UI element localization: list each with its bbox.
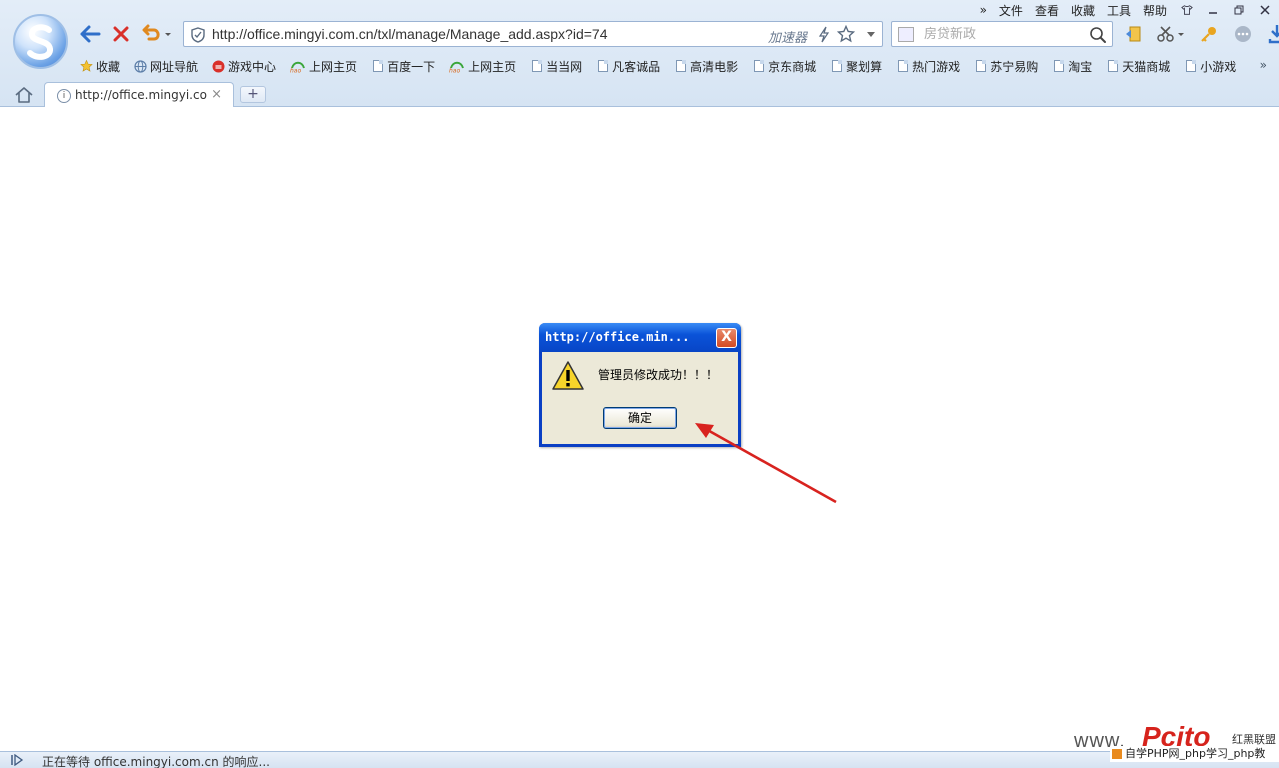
bookmark-hot-games[interactable]: 热门游戏 [896,58,960,75]
bookmark-dangdang[interactable]: 当当网 [530,58,582,75]
menu-tools[interactable]: 工具 [1107,2,1131,19]
hao-icon: hao [290,59,306,73]
menu-view[interactable]: 查看 [1035,2,1059,19]
watermark-strip: 自学PHP网_php学习_php教 [1110,746,1279,762]
bookmark-tmall[interactable]: 天猫商城 [1106,58,1170,75]
site-watermark: www. Pcito 红黑联盟 自学PHP网_php学习_php教 [1074,721,1279,768]
sogou-s-icon [27,24,53,60]
bookmark-hao-2[interactable]: hao 上网主页 [449,58,516,75]
bookmark-nav[interactable]: 网址导航 [134,58,198,75]
dialog-titlebar[interactable]: http://office.min... X [539,323,741,352]
page-icon [1106,59,1119,73]
toolbar-icons [1122,22,1279,46]
bookmark-taobao[interactable]: 淘宝 [1052,58,1092,75]
page-icon [896,59,909,73]
watermark-strip-text: 自学PHP网_php学习_php教 [1125,747,1266,760]
watermark-cn: 红黑联盟 [1232,733,1276,746]
restore-icon[interactable] [1233,4,1245,16]
address-dropdown-icon[interactable] [867,32,875,37]
menu-favorites[interactable]: 收藏 [1071,2,1095,19]
dialog-title: http://office.min... [545,330,690,344]
page-icon [596,59,609,73]
search-engine-icon[interactable] [898,27,914,42]
lightning-icon[interactable] [818,26,830,46]
download-icon[interactable] [1266,22,1279,46]
page-icon [371,59,384,73]
page-icon [752,59,765,73]
bookmarks-bar: 收藏 网址导航 游戏中心 hao 上网主页 百度一下 hao 上网主页 当当网 … [80,56,1250,76]
tab-strip: i http://office.mingyi.com.cn × + [0,82,1279,107]
watermark-square-icon [1112,749,1122,759]
bookmark-mini-games[interactable]: 小游戏 [1184,58,1236,75]
tab-title: http://office.mingyi.com.cn [75,88,207,102]
svg-text:hao: hao [449,67,460,73]
chat-bubble-icon[interactable] [1232,22,1254,46]
svg-text:hao: hao [290,67,301,73]
page-icon [674,59,687,73]
security-shield-icon[interactable] [191,27,205,46]
bookmark-suning[interactable]: 苏宁易购 [974,58,1038,75]
url-text[interactable]: http://office.mingyi.com.cn/txl/manage/M… [212,26,607,42]
menu-file[interactable]: 文件 [999,2,1023,19]
key-icon[interactable] [1198,22,1220,46]
bookmarks-more-chevron[interactable]: » [1260,58,1267,72]
tab-active[interactable]: i http://office.mingyi.com.cn × [44,82,234,107]
close-window-icon[interactable] [1259,4,1271,16]
accelerator-label[interactable]: 加速器 [768,27,807,46]
page-icon [830,59,843,73]
bookmark-favorites[interactable]: 收藏 [80,58,120,75]
page-icon [530,59,543,73]
menu-help[interactable]: 帮助 [1143,2,1167,19]
restore-tabs-icon[interactable] [1122,22,1144,46]
bookmark-baidu[interactable]: 百度一下 [371,58,435,75]
page-icon [1052,59,1065,73]
back-icon[interactable] [78,22,102,46]
new-tab-button[interactable]: + [240,86,266,103]
search-input[interactable] [924,24,1084,44]
page-icon [974,59,987,73]
ok-button[interactable]: 确定 [603,407,677,429]
undo-icon[interactable] [140,22,174,46]
address-bar[interactable]: http://office.mingyi.com.cn/txl/manage/M… [183,21,883,47]
dialog-message: 管理员修改成功！！！ [598,368,719,382]
favorite-star-icon[interactable] [836,24,856,46]
bookmark-jd[interactable]: 京东商城 [752,58,816,75]
game-icon [212,59,225,73]
minimize-icon[interactable] [1207,4,1219,16]
bookmark-juhuasuan[interactable]: 聚划算 [830,58,882,75]
star-icon [80,59,93,73]
globe-icon [134,59,147,73]
skin-icon[interactable] [1181,4,1193,16]
screenshot-scissors-icon[interactable] [1156,22,1186,46]
bookmark-vancl[interactable]: 凡客诚品 [596,58,660,75]
bookmark-hd-movies[interactable]: 高清电影 [674,58,738,75]
dialog-close-button[interactable]: X [716,328,737,348]
bookmark-game-center[interactable]: 游戏中心 [212,58,276,75]
stop-icon[interactable] [109,22,133,46]
annotation-arrow [695,423,837,504]
sidebar-toggle-icon[interactable] [10,753,24,768]
search-icon[interactable] [1089,26,1107,47]
browser-logo [13,14,68,69]
hao-icon: hao [449,59,465,73]
page-icon [1184,59,1197,73]
home-icon[interactable] [14,86,34,107]
menu-bar: » 文件 查看 收藏 工具 帮助 [968,2,1271,18]
menu-more[interactable]: » [980,3,987,17]
page-info-icon: i [57,89,71,103]
search-box[interactable] [891,21,1113,47]
bookmark-hao-1[interactable]: hao 上网主页 [290,58,357,75]
status-text: 正在等待 office.mingyi.com.cn 的响应... [42,755,270,768]
browser-chrome: » 文件 查看 收藏 工具 帮助 http://office.mingyi.co… [0,0,1279,107]
warning-icon [551,360,585,395]
tab-close-icon[interactable]: × [211,87,222,102]
